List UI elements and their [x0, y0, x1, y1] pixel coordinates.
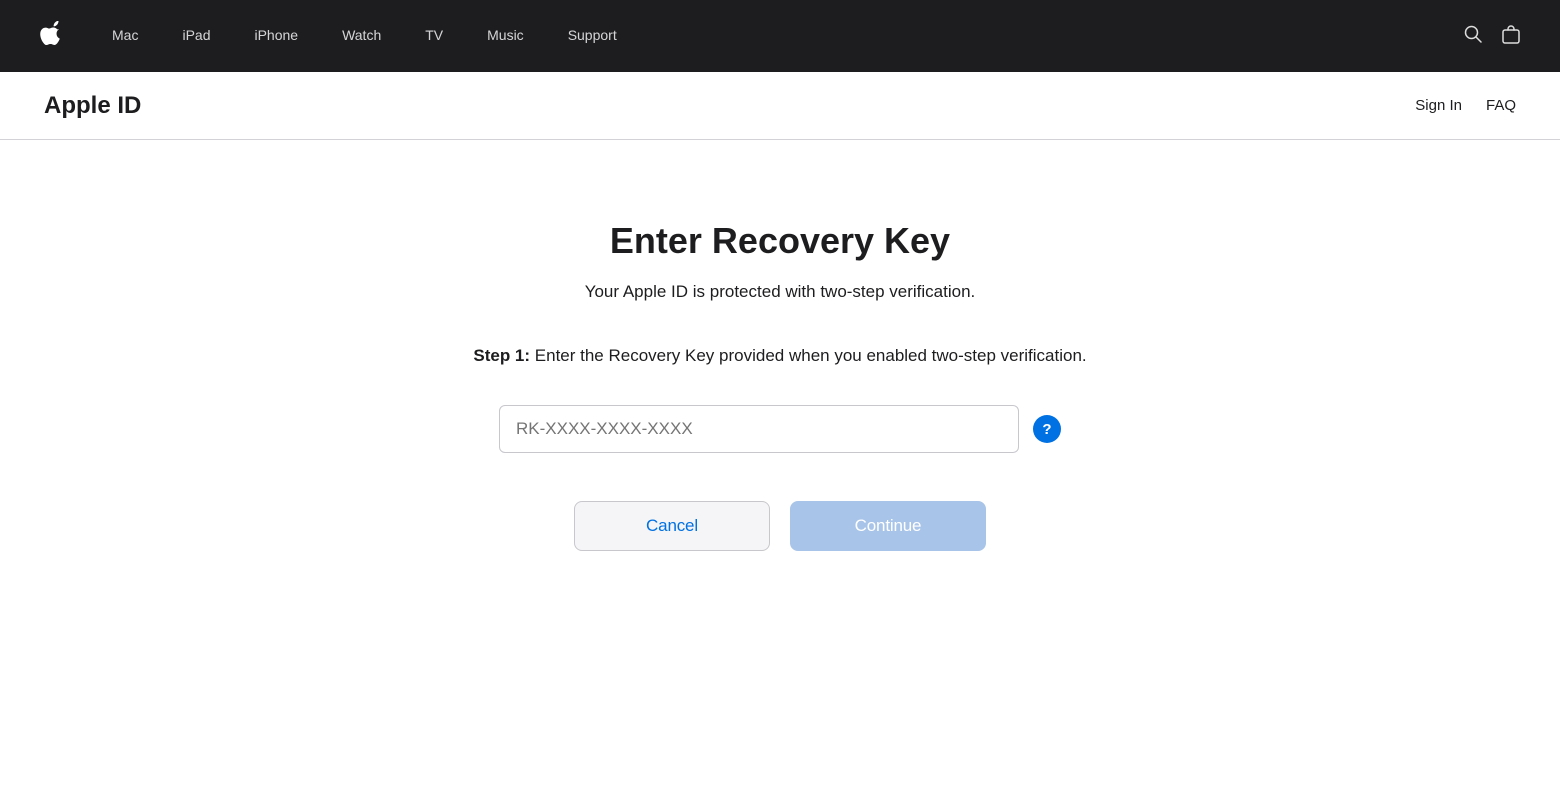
nav-links: Mac iPad iPhone Watch TV Music Support	[90, 27, 639, 45]
nav-item-mac[interactable]: Mac	[90, 27, 160, 45]
step-instruction: Step 1: Enter the Recovery Key provided …	[473, 342, 1086, 369]
step-label: Step 1:	[473, 346, 530, 365]
nav-item-tv[interactable]: TV	[403, 27, 465, 45]
secondary-nav: Sign In FAQ	[1415, 97, 1516, 114]
main-content: Enter Recovery Key Your Apple ID is prot…	[0, 140, 1560, 611]
faq-link[interactable]: FAQ	[1486, 97, 1516, 114]
help-icon-button[interactable]: ?	[1033, 415, 1061, 443]
nav-item-support[interactable]: Support	[546, 27, 639, 45]
nav-item-iphone[interactable]: iPhone	[232, 27, 320, 45]
page-title: Enter Recovery Key	[610, 220, 950, 262]
apple-id-title: Apple ID	[44, 92, 141, 120]
nav-item-music[interactable]: Music	[465, 27, 546, 45]
bag-icon[interactable]	[1502, 24, 1520, 49]
top-nav: Mac iPad iPhone Watch TV Music Support	[0, 0, 1560, 72]
step-description: Enter the Recovery Key provided when you…	[530, 346, 1087, 365]
button-row: Cancel Continue	[574, 501, 986, 551]
recovery-key-input[interactable]	[499, 405, 1019, 453]
nav-left: Mac iPad iPhone Watch TV Music Support	[40, 21, 639, 51]
sign-in-link[interactable]: Sign In	[1415, 97, 1462, 114]
continue-button[interactable]: Continue	[790, 501, 986, 551]
subtitle-text: Your Apple ID is protected with two-step…	[585, 282, 976, 302]
nav-item-ipad[interactable]: iPad	[160, 27, 232, 45]
input-row: ?	[499, 405, 1061, 453]
secondary-header: Apple ID Sign In FAQ	[0, 72, 1560, 140]
search-icon[interactable]	[1464, 25, 1482, 48]
nav-item-watch[interactable]: Watch	[320, 27, 403, 45]
apple-logo-icon[interactable]	[40, 21, 60, 51]
cancel-button[interactable]: Cancel	[574, 501, 770, 551]
nav-right	[1464, 24, 1520, 49]
